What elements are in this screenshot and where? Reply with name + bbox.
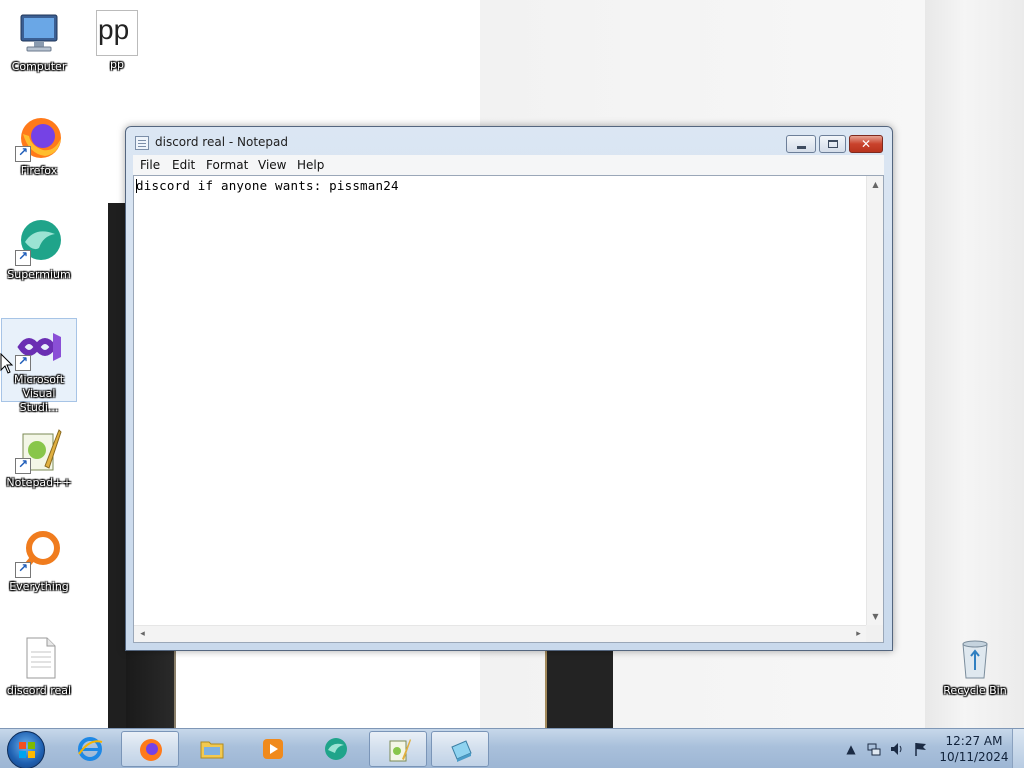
menu-help[interactable]: Help [297, 158, 324, 172]
wallpaper-shade-right [925, 0, 1024, 728]
desktop-icon-label: Computer [11, 60, 67, 73]
start-button[interactable] [7, 731, 45, 768]
pp-glyph: pp [98, 14, 130, 45]
text-file-icon [15, 634, 63, 682]
folder-icon [200, 741, 224, 759]
scroll-up-arrow-icon[interactable]: ▲ [867, 176, 884, 193]
desktop-icon-label: Firefox [20, 164, 58, 177]
notepad-icon [451, 740, 472, 762]
volume-icon[interactable] [889, 741, 905, 757]
desktop-icon-label: Notepad++ [6, 476, 72, 489]
taskbar-item-media-player[interactable] [244, 731, 302, 767]
clock-date: 10/11/2024 [939, 750, 1009, 764]
system-clock[interactable]: 12:27 AM 10/11/2024 [936, 733, 1012, 765]
desktop-icon-label: pp [110, 58, 124, 71]
text-editor-area[interactable]: discord if anyone wants: pissman24 ▲ ▼ ◂… [133, 175, 884, 643]
text-caret [136, 179, 137, 193]
maximize-button[interactable] [819, 135, 846, 153]
menu-file[interactable]: File [140, 158, 160, 172]
taskbar-item-notepad[interactable] [431, 731, 489, 767]
resize-grip[interactable] [866, 625, 883, 642]
notepadpp-icon [15, 426, 63, 474]
minimize-icon [797, 146, 806, 149]
computer-icon [15, 10, 63, 58]
desktop-icon-label: Microsoft Visual Studi... [13, 373, 65, 414]
taskbar: ▲ 12:27 AM 10/11/2024 [0, 728, 1024, 768]
horizontal-scrollbar[interactable]: ◂ ▸ [134, 625, 867, 642]
scroll-left-arrow-icon[interactable]: ◂ [134, 626, 151, 643]
desktop-icon-label: Supermium [7, 268, 71, 281]
supermium-icon [15, 218, 63, 266]
vertical-scrollbar[interactable]: ▲ ▼ [866, 176, 883, 625]
firefox-icon [15, 114, 63, 162]
desktop-icon-label: discord real [6, 684, 72, 697]
notepad-app-icon[interactable] [135, 136, 149, 150]
desktop-icon-label: Everything [9, 580, 69, 593]
visual-studio-icon [15, 323, 63, 371]
supermium-icon [325, 738, 347, 760]
close-button[interactable]: ✕ [849, 135, 883, 153]
shortcut-arrow-icon [15, 249, 31, 266]
scroll-right-arrow-icon[interactable]: ▸ [850, 626, 867, 643]
text-file-icon: pp [96, 10, 138, 56]
menu-view[interactable]: View [258, 158, 286, 172]
menu-edit[interactable]: Edit [172, 158, 195, 172]
desktop-icon-supermium[interactable]: Supermium [1, 214, 77, 282]
notepadpp-icon [389, 739, 411, 762]
desktop-icon-label: Recycle Bin [943, 684, 1007, 697]
show-desktop-button[interactable] [1012, 729, 1024, 768]
clock-time: 12:27 AM [945, 734, 1003, 748]
chevron-up-icon[interactable]: ▲ [843, 741, 859, 757]
desktop-icon-recycle-bin[interactable]: Recycle Bin [937, 630, 1013, 698]
media-player-icon [263, 739, 283, 759]
firefox-icon [140, 739, 162, 761]
notepad-window[interactable]: discord real - Notepad ✕ File Edit Forma… [125, 126, 893, 651]
menu-format[interactable]: Format [206, 158, 248, 172]
scroll-down-arrow-icon[interactable]: ▼ [867, 608, 884, 625]
minimize-button[interactable] [786, 135, 816, 153]
desktop-icon-pp[interactable]: pp pp [79, 6, 155, 72]
shortcut-arrow-icon [15, 354, 31, 371]
taskbar-item-firefox[interactable] [121, 731, 179, 767]
taskbar-item-file-explorer[interactable] [183, 731, 241, 767]
window-titlebar[interactable]: discord real - Notepad ✕ [126, 127, 892, 157]
desktop-icon-discord-real[interactable]: discord real [1, 630, 77, 698]
shortcut-arrow-icon [15, 457, 31, 474]
shortcut-arrow-icon [15, 561, 31, 578]
everything-search-icon [15, 530, 63, 578]
document-text[interactable]: discord if anyone wants: pissman24 [136, 178, 399, 193]
mouse-cursor-icon [0, 353, 14, 374]
desktop-icon-firefox[interactable]: Firefox [1, 110, 77, 178]
internet-explorer-icon [78, 737, 103, 761]
taskbar-item-supermium[interactable] [307, 731, 365, 767]
network-icon[interactable] [866, 741, 882, 757]
maximize-icon [828, 140, 838, 148]
window-title: discord real - Notepad [155, 135, 288, 149]
wallpaper-dark-bar-right [545, 640, 613, 728]
menu-bar: File Edit Format View Help [133, 155, 884, 175]
recycle-bin-icon [951, 634, 999, 682]
desktop-icon-everything[interactable]: Everything [1, 526, 77, 594]
taskbar-item-notepadpp[interactable] [369, 731, 427, 767]
desktop-icon-computer[interactable]: Computer [1, 6, 77, 74]
flag-icon[interactable] [913, 741, 929, 757]
taskbar-item-internet-explorer[interactable] [61, 731, 119, 767]
close-icon: ✕ [860, 137, 872, 151]
shortcut-arrow-icon [15, 145, 31, 162]
desktop-icon-notepadpp[interactable]: Notepad++ [1, 422, 77, 490]
